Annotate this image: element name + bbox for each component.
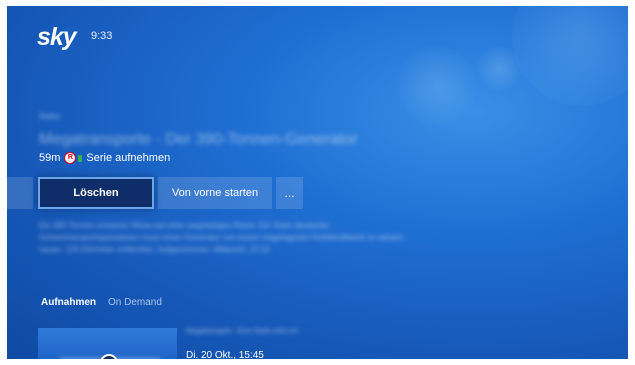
episode-date: Di. 20 Okt., 15:45: [186, 350, 264, 359]
duration: 59m: [39, 152, 61, 164]
delete-button[interactable]: Löschen: [38, 177, 154, 209]
clock: 9:33: [91, 30, 113, 42]
episode-title: Megatransport - Eine Stadt zieht um: [186, 328, 299, 335]
background-glow: [477, 46, 522, 91]
episode-logo-icon: [100, 354, 118, 359]
program-title: Megatransporte - Der 390-Tonnen-Generato…: [39, 131, 358, 148]
tv-screen: sky 9:33 Reihe Megatransporte - Der 390-…: [7, 6, 628, 359]
sky-logo: sky: [37, 23, 77, 51]
content-tabs: Aufnahmen On Demand: [41, 297, 162, 308]
record-series-label: Serie aufnehmen: [86, 152, 171, 164]
tab-on-demand[interactable]: On Demand: [108, 297, 162, 308]
program-meta: 59m R Serie aufnehmen: [39, 152, 170, 164]
episode-thumbnail[interactable]: [38, 328, 177, 359]
genre-label: Reihe: [39, 112, 60, 121]
previous-action-button[interactable]: [7, 177, 33, 209]
record-icon: R: [64, 152, 77, 164]
program-description: Ein 390 Tonnen schwerer Riese auf einer …: [39, 221, 404, 254]
background-glow: [512, 6, 628, 106]
restart-button[interactable]: Von vorne starten: [158, 177, 272, 209]
tab-recordings[interactable]: Aufnahmen: [41, 297, 96, 308]
series-record-icon: [78, 154, 83, 162]
background-glow: [397, 46, 477, 126]
more-options-button[interactable]: ...: [276, 177, 303, 209]
